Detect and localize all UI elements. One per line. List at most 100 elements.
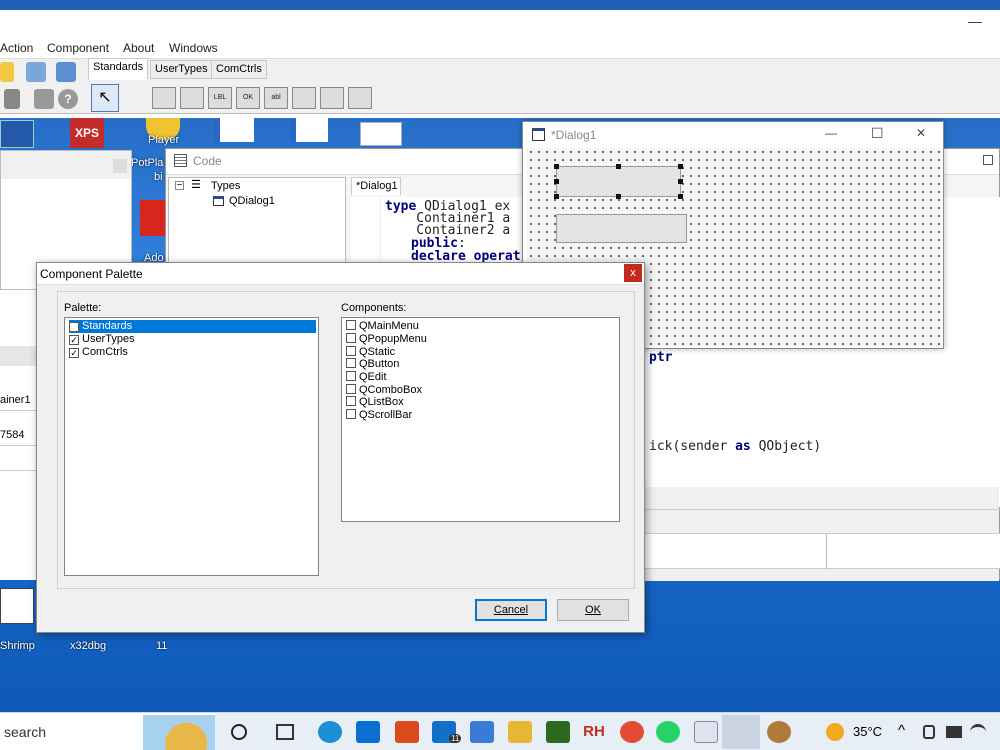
menu-action[interactable]: Action xyxy=(0,41,33,55)
tools-icon[interactable] xyxy=(26,62,46,82)
active-app-icon[interactable] xyxy=(722,715,760,749)
palette-close-button[interactable]: x xyxy=(624,264,642,282)
folder-net-icon[interactable] xyxy=(470,721,494,743)
checkbox-icon[interactable] xyxy=(346,409,356,419)
chrome-icon[interactable] xyxy=(620,721,644,743)
palette-listbox[interactable]: ✓ Standards ✓ UserTypes ✓ ComCtrls xyxy=(64,317,319,576)
palette-item-usertypes[interactable]: ✓ UserTypes xyxy=(69,333,135,346)
resize-handle[interactable] xyxy=(678,194,683,199)
resize-handle[interactable] xyxy=(616,194,621,199)
label-comp-icon[interactable]: LBL xyxy=(208,87,232,109)
listbox-comp-icon[interactable] xyxy=(320,87,344,109)
doc-icon[interactable] xyxy=(214,118,254,142)
code-maximize-icon[interactable] xyxy=(983,155,993,165)
shrimp-label: Shrimp xyxy=(0,640,35,652)
weather-sun-icon xyxy=(826,723,844,741)
resize-handle[interactable] xyxy=(678,164,683,169)
doc-icon-2[interactable] xyxy=(290,118,328,142)
mail-badge: 11 xyxy=(449,734,462,743)
components-listbox[interactable]: QMainMenu QPopupMenu QStatic QButton QEd… xyxy=(341,317,620,522)
start-circle-icon[interactable] xyxy=(231,724,247,740)
checkbox-icon[interactable] xyxy=(346,358,356,368)
adobe-icon[interactable] xyxy=(140,200,166,236)
cancel-button[interactable]: Cancel xyxy=(475,599,547,621)
checkbox-icon[interactable]: ✓ xyxy=(69,335,79,345)
paint-icon[interactable] xyxy=(767,721,791,743)
checkbox-icon[interactable] xyxy=(346,396,356,406)
rh-app-icon[interactable]: RH xyxy=(582,721,606,743)
checkbox-icon[interactable] xyxy=(346,346,356,356)
checkbox-icon[interactable] xyxy=(346,384,356,394)
dialog-minimize-button[interactable]: — xyxy=(825,126,837,140)
tab-usertypes[interactable]: UserTypes xyxy=(150,60,213,79)
task-view-icon[interactable] xyxy=(276,724,294,740)
tab-standards[interactable]: Standards xyxy=(88,58,149,80)
pointer-tool-icon[interactable]: ↖ xyxy=(91,84,119,112)
left-window-title xyxy=(1,151,131,179)
menu-component[interactable]: Component xyxy=(47,41,109,55)
menu-windows[interactable]: Windows xyxy=(169,41,218,55)
button-comp-icon[interactable]: OK xyxy=(236,87,260,109)
component-item[interactable]: QScrollBar xyxy=(346,409,412,422)
wifi-icon[interactable] xyxy=(970,724,986,740)
edit-comp-icon[interactable]: abl xyxy=(264,87,288,109)
component-item[interactable]: QMainMenu xyxy=(346,320,419,333)
open-folder-icon[interactable] xyxy=(0,62,14,82)
component-item[interactable]: QEdit xyxy=(346,371,387,384)
taskbar-search[interactable]: search xyxy=(0,713,215,750)
whatsapp-icon[interactable] xyxy=(656,721,680,743)
chevron-up-icon[interactable]: ^ xyxy=(898,722,905,739)
dialog-maximize-button[interactable]: ☐ xyxy=(871,125,884,142)
checkbox-icon[interactable] xyxy=(346,333,356,343)
components-label: Components: xyxy=(341,302,407,314)
stack-icon[interactable] xyxy=(56,62,76,82)
component-item[interactable]: QButton xyxy=(346,358,399,371)
desktop-app-icon[interactable] xyxy=(0,120,34,148)
dialog-close-button[interactable]: ✕ xyxy=(916,126,926,140)
phone-icon[interactable] xyxy=(923,725,935,739)
sevenzip-icon[interactable] xyxy=(546,721,570,743)
checkbox-icon[interactable] xyxy=(346,371,356,381)
popupmenu-comp-icon[interactable] xyxy=(180,87,204,109)
palette-item-comctrls[interactable]: ✓ ComCtrls xyxy=(69,346,128,359)
battery-icon[interactable] xyxy=(946,726,962,738)
shrimp-icon[interactable] xyxy=(0,588,34,624)
resize-handle[interactable] xyxy=(616,164,621,169)
left-window-btn[interactable] xyxy=(113,159,127,173)
component-item[interactable]: QListBox xyxy=(346,396,404,409)
container1-control[interactable] xyxy=(556,166,681,197)
office-icon[interactable] xyxy=(395,721,419,743)
tree-item-qdialog1[interactable]: QDialog1 xyxy=(229,195,275,207)
palette-title: Component Palette xyxy=(40,267,143,281)
app-icon[interactable] xyxy=(694,721,718,743)
edge-icon[interactable] xyxy=(318,721,342,743)
tree-collapse-icon[interactable]: − xyxy=(175,181,184,191)
ok-button[interactable]: OK xyxy=(557,599,629,621)
component-item[interactable]: QPopupMenu xyxy=(346,333,427,346)
menu-about[interactable]: About xyxy=(123,41,154,55)
combobox-comp-icon[interactable] xyxy=(292,87,316,109)
store-icon[interactable] xyxy=(356,721,380,743)
resize-handle[interactable] xyxy=(554,194,559,199)
palette-item-standards[interactable]: ✓ Standards xyxy=(69,320,316,333)
checkbox-icon[interactable] xyxy=(346,320,356,330)
stop-icon[interactable] xyxy=(4,89,20,109)
monitor-icon[interactable] xyxy=(34,89,54,109)
explorer-icon[interactable] xyxy=(508,721,532,743)
minimize-button[interactable]: — xyxy=(968,14,982,28)
checkbox-icon[interactable]: ✓ xyxy=(69,322,79,332)
tab-comctrls[interactable]: ComCtrls xyxy=(211,60,267,79)
resize-handle[interactable] xyxy=(554,164,559,169)
resize-handle[interactable] xyxy=(554,179,559,184)
screenshot-icon[interactable] xyxy=(360,122,402,146)
xps-icon[interactable]: XPS xyxy=(70,118,104,148)
editor-tab-dialog1[interactable]: *Dialog1 xyxy=(351,177,401,195)
scrollbar-comp-icon[interactable] xyxy=(348,87,372,109)
tree-root-types[interactable]: Types xyxy=(211,180,240,192)
mainmenu-comp-icon[interactable] xyxy=(152,87,176,109)
code-line-ptr: ptr xyxy=(649,350,673,365)
container2-control[interactable] xyxy=(556,214,687,243)
checkbox-icon[interactable]: ✓ xyxy=(69,348,79,358)
resize-handle[interactable] xyxy=(678,179,683,184)
help-icon[interactable]: ? xyxy=(58,89,78,109)
